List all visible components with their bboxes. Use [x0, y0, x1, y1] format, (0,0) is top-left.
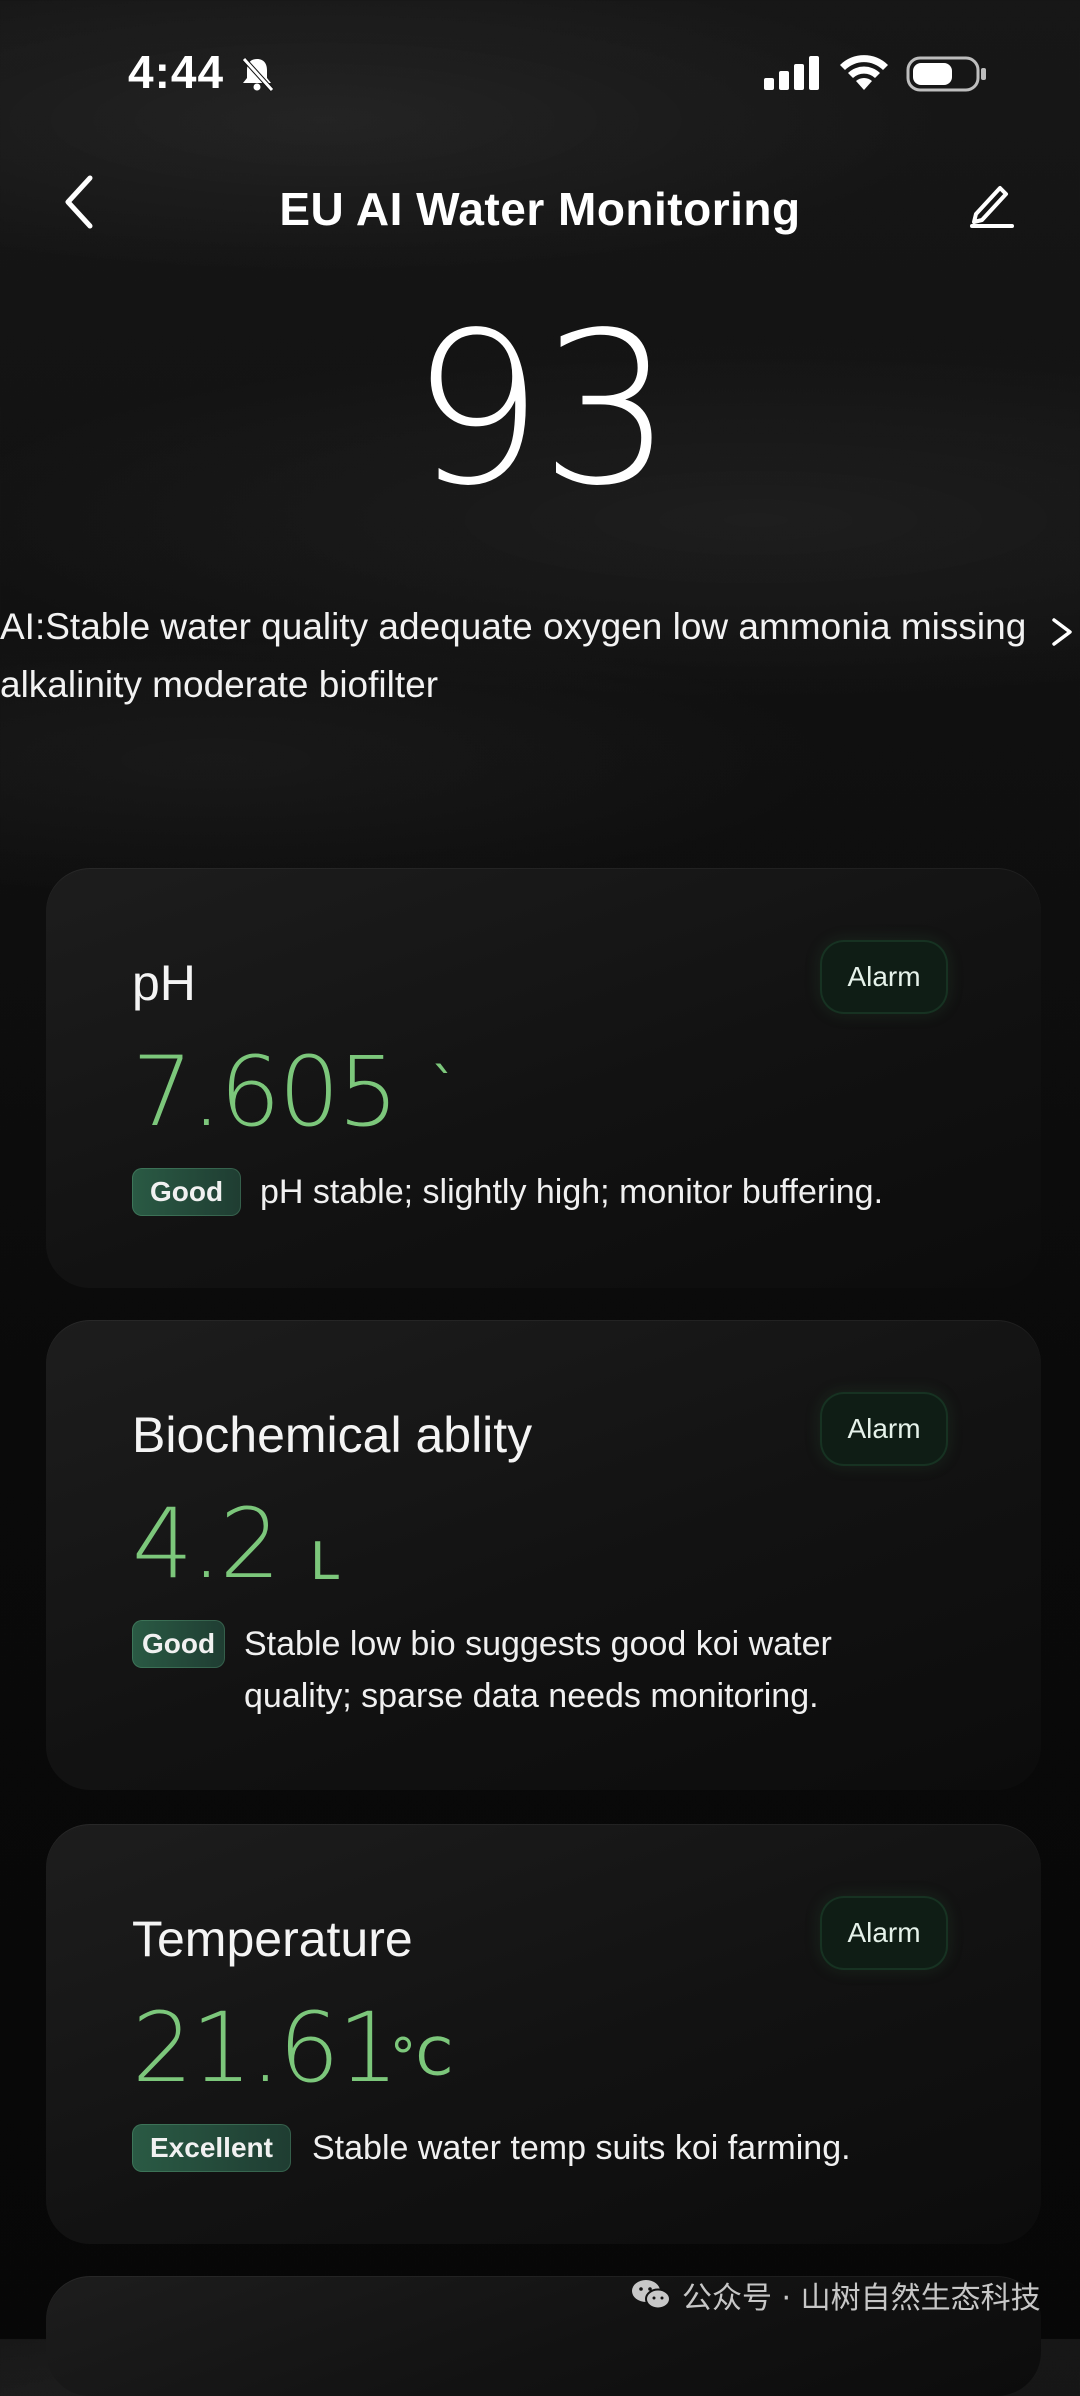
- status-badge: Good: [132, 1168, 242, 1216]
- alarm-button[interactable]: Alarm: [820, 1392, 948, 1466]
- ai-summary[interactable]: AI:Stable water quality adequate oxygen …: [0, 598, 1030, 714]
- status-bar: 4:44: [0, 40, 1080, 110]
- status-description: Stable low bio suggests good koi water q…: [244, 1625, 832, 1715]
- status-badge: Good: [132, 1620, 226, 1668]
- alarm-button[interactable]: Alarm: [820, 940, 948, 1014]
- status-time: 4:44: [128, 46, 225, 98]
- metric-value: 7.605: [132, 1036, 399, 1148]
- page-title: EU AI Water Monitoring: [279, 183, 801, 235]
- status-description: Stable water temp suits koi farming.: [312, 2129, 851, 2167]
- card-title: Temperature: [132, 1911, 413, 1967]
- bell-off-icon: [242, 57, 274, 92]
- status-badge: Excellent: [132, 2124, 291, 2172]
- chevron-right-icon[interactable]: [1048, 612, 1078, 652]
- metric-value: 4.2: [132, 1488, 281, 1600]
- card-title: Biochemical ablity: [132, 1407, 533, 1463]
- status-description: pH stable; slightly high; monitor buffer…: [260, 1173, 884, 1211]
- metric-card-biochemical[interactable]: Biochemical ablity Alarm 4.2 L Good Stab…: [46, 1320, 1041, 1790]
- metric-value: 21.61: [132, 1992, 399, 2104]
- metric-card-ph[interactable]: pH Alarm 7.605 ` Good pH stable; slightl…: [46, 868, 1041, 1288]
- wechat-icon: [632, 2280, 671, 2310]
- metric-unit: `: [431, 1058, 457, 1118]
- edit-icon[interactable]: [968, 180, 1016, 228]
- metric-unit: L: [310, 1532, 339, 1592]
- metric-card-temperature[interactable]: Temperature Alarm 21.61 °C Excellent Sta…: [46, 1824, 1041, 2244]
- watermark-text: 公众号 · 山树自然生态科技: [682, 2281, 1041, 2316]
- watermark: 公众号 · 山树自然生态科技: [630, 2270, 1041, 2320]
- wifi-icon: [840, 55, 888, 90]
- card-title: pH: [132, 955, 196, 1011]
- metric-unit: °C: [390, 2028, 453, 2088]
- water-quality-score: 93: [410, 287, 673, 532]
- battery-icon: [906, 56, 986, 92]
- signal-icon: [764, 56, 819, 90]
- header: EU AI Water Monitoring: [0, 160, 1080, 260]
- alarm-button[interactable]: Alarm: [820, 1896, 948, 1970]
